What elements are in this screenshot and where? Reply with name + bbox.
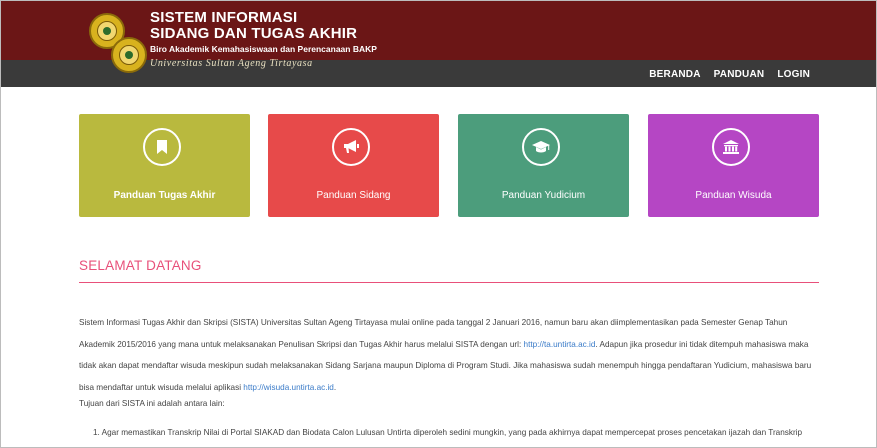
browser-viewport: SISTEM INFORMASI SIDANG DAN TUGAS AKHIR … bbox=[0, 0, 877, 448]
seal-icon bbox=[111, 37, 147, 73]
section-divider bbox=[79, 282, 819, 283]
wisuda-link[interactable]: http://wisuda.untirta.ac.id bbox=[243, 383, 334, 392]
tile-panduan-wisuda[interactable]: Panduan Wisuda bbox=[648, 114, 819, 217]
graduation-cap-icon bbox=[522, 128, 560, 166]
university-name: Universitas Sultan Ageng Tirtayasa bbox=[150, 58, 313, 69]
site-subtitle: Biro Akademik Kemahasiswaan dan Perencan… bbox=[150, 44, 377, 54]
tile-panduan-yudicium[interactable]: Panduan Yudicium bbox=[458, 114, 629, 217]
tile-panduan-sidang[interactable]: Panduan Sidang bbox=[268, 114, 439, 217]
welcome-title: SELAMAT DATANG bbox=[79, 258, 202, 273]
nav-panduan[interactable]: PANDUAN bbox=[714, 69, 765, 80]
main-nav: BERANDA PANDUAN LOGIN bbox=[649, 69, 810, 80]
paragraph-text: . bbox=[333, 382, 337, 392]
nav-login[interactable]: LOGIN bbox=[777, 69, 810, 80]
tile-panduan-tugas-akhir[interactable]: Panduan Tugas Akhir bbox=[79, 114, 250, 217]
tile-label: Panduan Yudicium bbox=[501, 190, 586, 201]
list-item: 1. Agar memastikan Transkrip Nilai di Po… bbox=[93, 428, 803, 437]
tujuan-list: 1. Agar memastikan Transkrip Nilai di Po… bbox=[93, 422, 823, 447]
bookmark-icon bbox=[143, 128, 181, 166]
site-title-line1: SISTEM INFORMASI bbox=[150, 9, 298, 26]
site-header: SISTEM INFORMASI SIDANG DAN TUGAS AKHIR … bbox=[1, 1, 876, 87]
nav-beranda[interactable]: BERANDA bbox=[649, 69, 700, 80]
megaphone-icon bbox=[332, 128, 370, 166]
ta-link[interactable]: http://ta.untirta.ac.id bbox=[524, 340, 596, 349]
site-title: SISTEM INFORMASI SIDANG DAN TUGAS AKHIR bbox=[150, 10, 357, 42]
tujuan-heading: Tujuan dari SISTA ini adalah antara lain… bbox=[79, 399, 225, 408]
site-title-line2: SIDANG DAN TUGAS AKHIR bbox=[150, 25, 358, 42]
university-logo[interactable] bbox=[79, 9, 159, 77]
welcome-paragraph: Sistem Informasi Tugas Akhir dan Skripsi… bbox=[79, 312, 824, 398]
tile-label: Panduan Wisuda bbox=[695, 190, 772, 201]
institution-icon bbox=[712, 128, 750, 166]
tile-label: Panduan Tugas Akhir bbox=[113, 190, 216, 201]
tile-label: Panduan Sidang bbox=[316, 190, 391, 201]
